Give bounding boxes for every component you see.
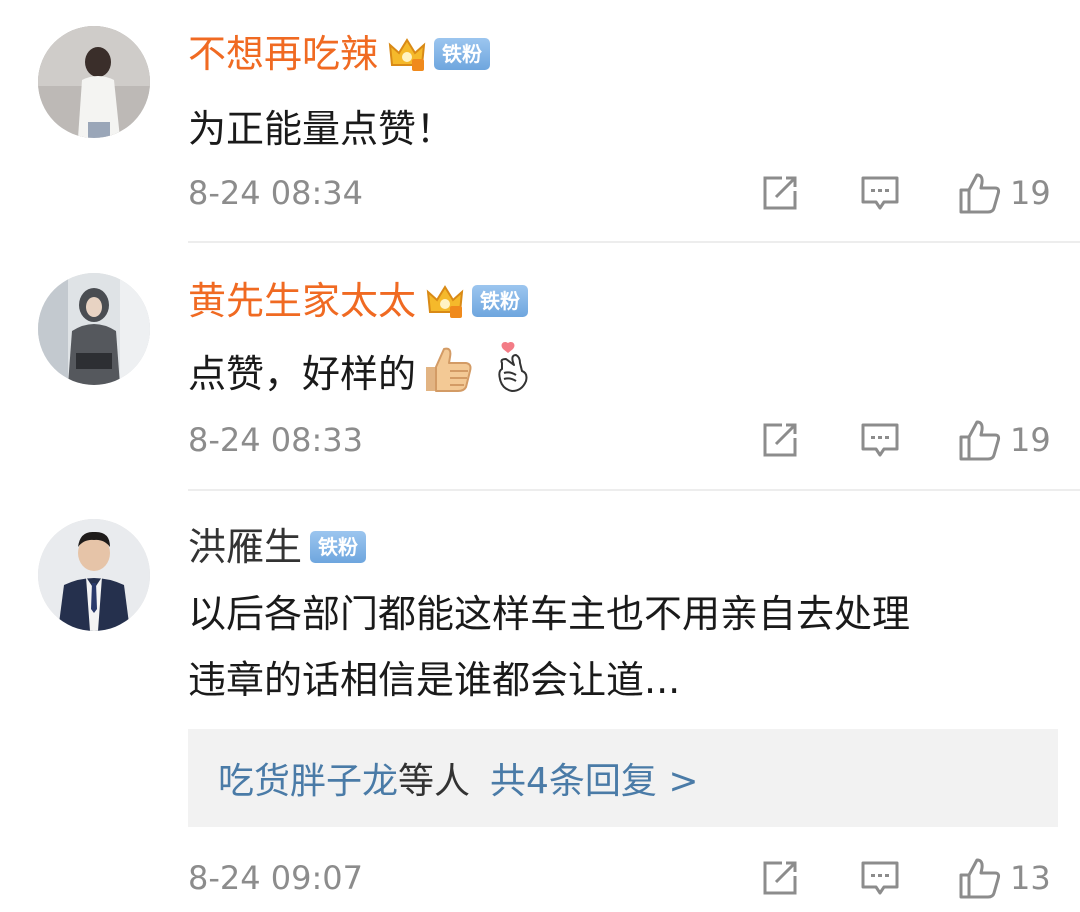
like-count: 13 bbox=[1010, 859, 1051, 897]
reply-count-link[interactable]: 共4条回复 > bbox=[490, 752, 699, 804]
finger-heart-emoji bbox=[494, 341, 534, 411]
replies-preview[interactable]: 吃货胖子龙 等人 共4条回复 > bbox=[188, 729, 1058, 827]
avatar[interactable] bbox=[38, 26, 150, 138]
comment-meta: 8-24 08:34 19 bbox=[188, 170, 1056, 216]
thumbs-up-icon bbox=[959, 858, 1001, 899]
share-button[interactable] bbox=[760, 417, 800, 463]
comment-time: 8-24 08:34 bbox=[188, 174, 364, 212]
comment-item: 不想再吃辣 铁粉 为正能量点赞！ 8-24 08:34 19 bbox=[0, 0, 1080, 242]
fan-badge: 铁粉 bbox=[434, 38, 491, 70]
avatar[interactable] bbox=[38, 273, 150, 385]
reply-button[interactable] bbox=[860, 855, 900, 901]
comment-meta: 8-24 08:33 19 bbox=[188, 417, 1056, 463]
comment-icon bbox=[861, 423, 899, 457]
comment-text: 违章的话相信是谁都会让道... bbox=[188, 658, 681, 702]
reply-button[interactable] bbox=[860, 170, 900, 216]
username-row: 洪雁生 铁粉 bbox=[188, 519, 367, 575]
reply-button[interactable] bbox=[860, 417, 900, 463]
share-icon bbox=[763, 861, 797, 895]
thumbs-up-emoji bbox=[422, 345, 474, 411]
comment-text-row: 点赞，好样的 bbox=[188, 341, 534, 411]
username-row: 黄先生家太太 铁粉 bbox=[188, 273, 529, 329]
like-button[interactable]: 13 bbox=[958, 855, 1051, 901]
comment-text: 点赞，好样的 bbox=[188, 352, 417, 396]
comment-time: 8-24 08:33 bbox=[188, 421, 364, 459]
username[interactable]: 黄先生家太太 bbox=[188, 275, 416, 327]
thumbs-up-icon bbox=[959, 173, 1001, 214]
fan-badge: 铁粉 bbox=[310, 531, 367, 563]
comment-item: 黄先生家太太 铁粉 点赞，好样的 8-24 08:33 19 bbox=[0, 243, 1080, 490]
like-count: 19 bbox=[1010, 421, 1051, 459]
like-button[interactable]: 19 bbox=[958, 417, 1051, 463]
share-button[interactable] bbox=[760, 170, 800, 216]
like-count: 19 bbox=[1010, 174, 1051, 212]
comment-icon bbox=[861, 176, 899, 210]
like-button[interactable]: 19 bbox=[958, 170, 1051, 216]
share-button[interactable] bbox=[760, 855, 800, 901]
share-icon bbox=[763, 176, 797, 210]
comment-time: 8-24 09:07 bbox=[188, 859, 364, 897]
comment-text: 为正能量点赞！ bbox=[188, 107, 455, 151]
username[interactable]: 洪雁生 bbox=[188, 521, 302, 573]
crown-icon bbox=[426, 282, 464, 320]
thumbs-up-icon bbox=[959, 420, 1001, 461]
username[interactable]: 不想再吃辣 bbox=[188, 28, 378, 80]
comment-item: 洪雁生 铁粉 以后各部门都能这样车主也不用亲自去处理 违章的话相信是谁都会让道.… bbox=[0, 491, 1080, 912]
comment-meta: 8-24 09:07 13 bbox=[188, 855, 1056, 901]
fan-badge: 铁粉 bbox=[472, 285, 529, 317]
comment-icon bbox=[861, 861, 899, 895]
share-icon bbox=[763, 423, 797, 457]
username-row: 不想再吃辣 铁粉 bbox=[188, 26, 491, 82]
reply-users-suffix: 等人 bbox=[398, 761, 471, 802]
reply-users-link[interactable]: 吃货胖子龙 bbox=[218, 752, 398, 804]
avatar[interactable] bbox=[38, 519, 150, 631]
comment-text: 以后各部门都能这样车主也不用亲自去处理 bbox=[188, 592, 911, 636]
crown-icon bbox=[388, 35, 426, 73]
